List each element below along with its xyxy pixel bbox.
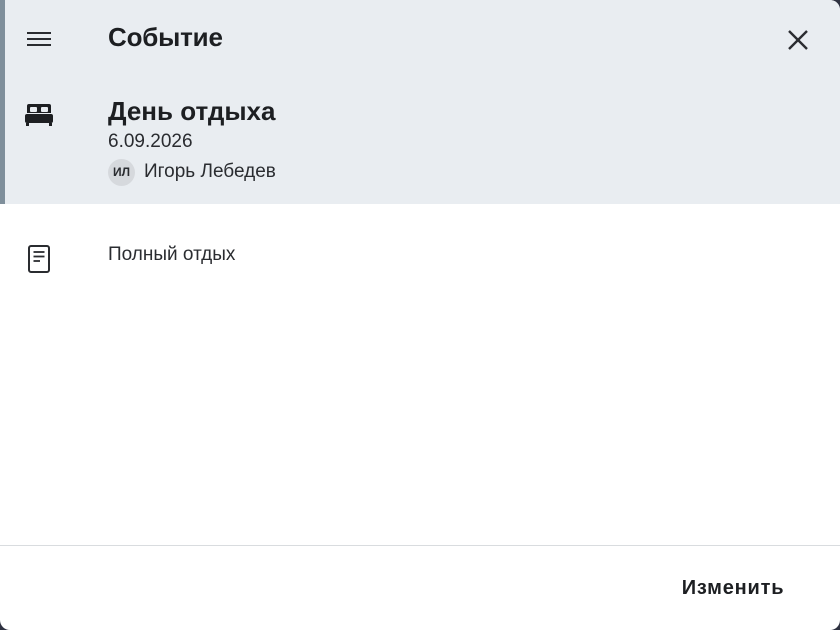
close-button[interactable] — [780, 22, 816, 58]
note-icon — [28, 245, 50, 273]
close-icon — [788, 30, 808, 50]
event-dialog: Событие День отдыха 6.09.2026 ИЛ Игорь Л… — [0, 0, 840, 630]
avatar: ИЛ — [108, 158, 135, 186]
menu-button[interactable] — [22, 23, 56, 55]
event-name: День отдыха — [108, 96, 276, 126]
bed-icon — [25, 104, 53, 126]
header-edge — [0, 0, 5, 204]
person-name: Игорь Лебедев — [144, 161, 276, 182]
event-date: 6.09.2026 — [108, 131, 193, 152]
note-text: Полный отдых — [108, 244, 236, 265]
edit-button[interactable]: Изменить — [664, 566, 802, 610]
footer-divider — [0, 545, 840, 546]
dialog-title: Событие — [108, 22, 223, 52]
menu-icon — [27, 32, 51, 46]
event-person: ИЛ Игорь Лебедев — [108, 158, 276, 186]
